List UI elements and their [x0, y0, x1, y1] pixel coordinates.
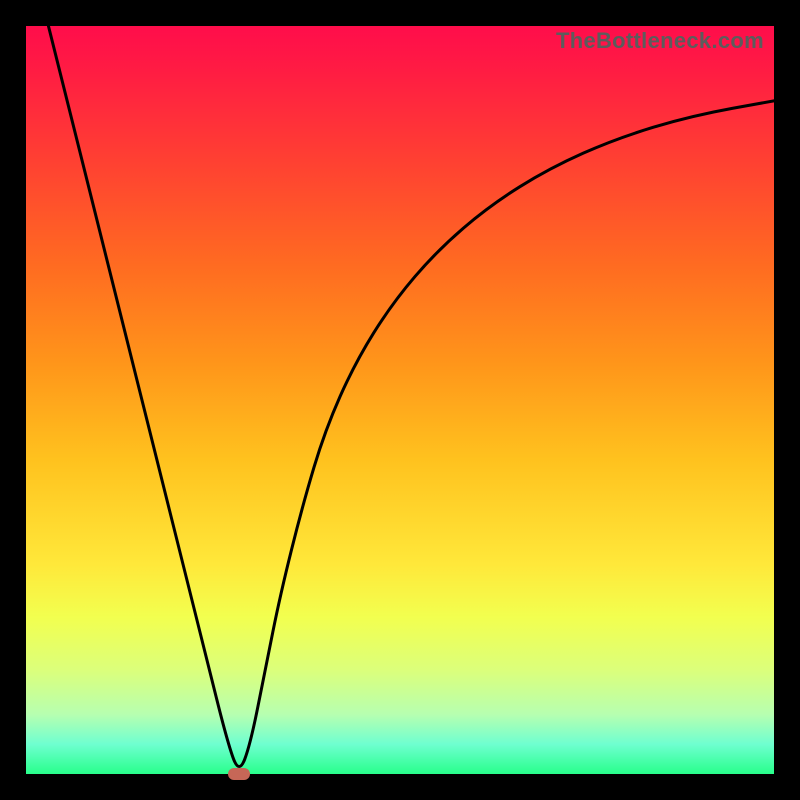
optimum-marker — [228, 768, 250, 780]
chart-frame: TheBottleneck.com — [0, 0, 800, 800]
plot-area: TheBottleneck.com — [26, 26, 774, 774]
bottleneck-curve — [26, 26, 774, 774]
